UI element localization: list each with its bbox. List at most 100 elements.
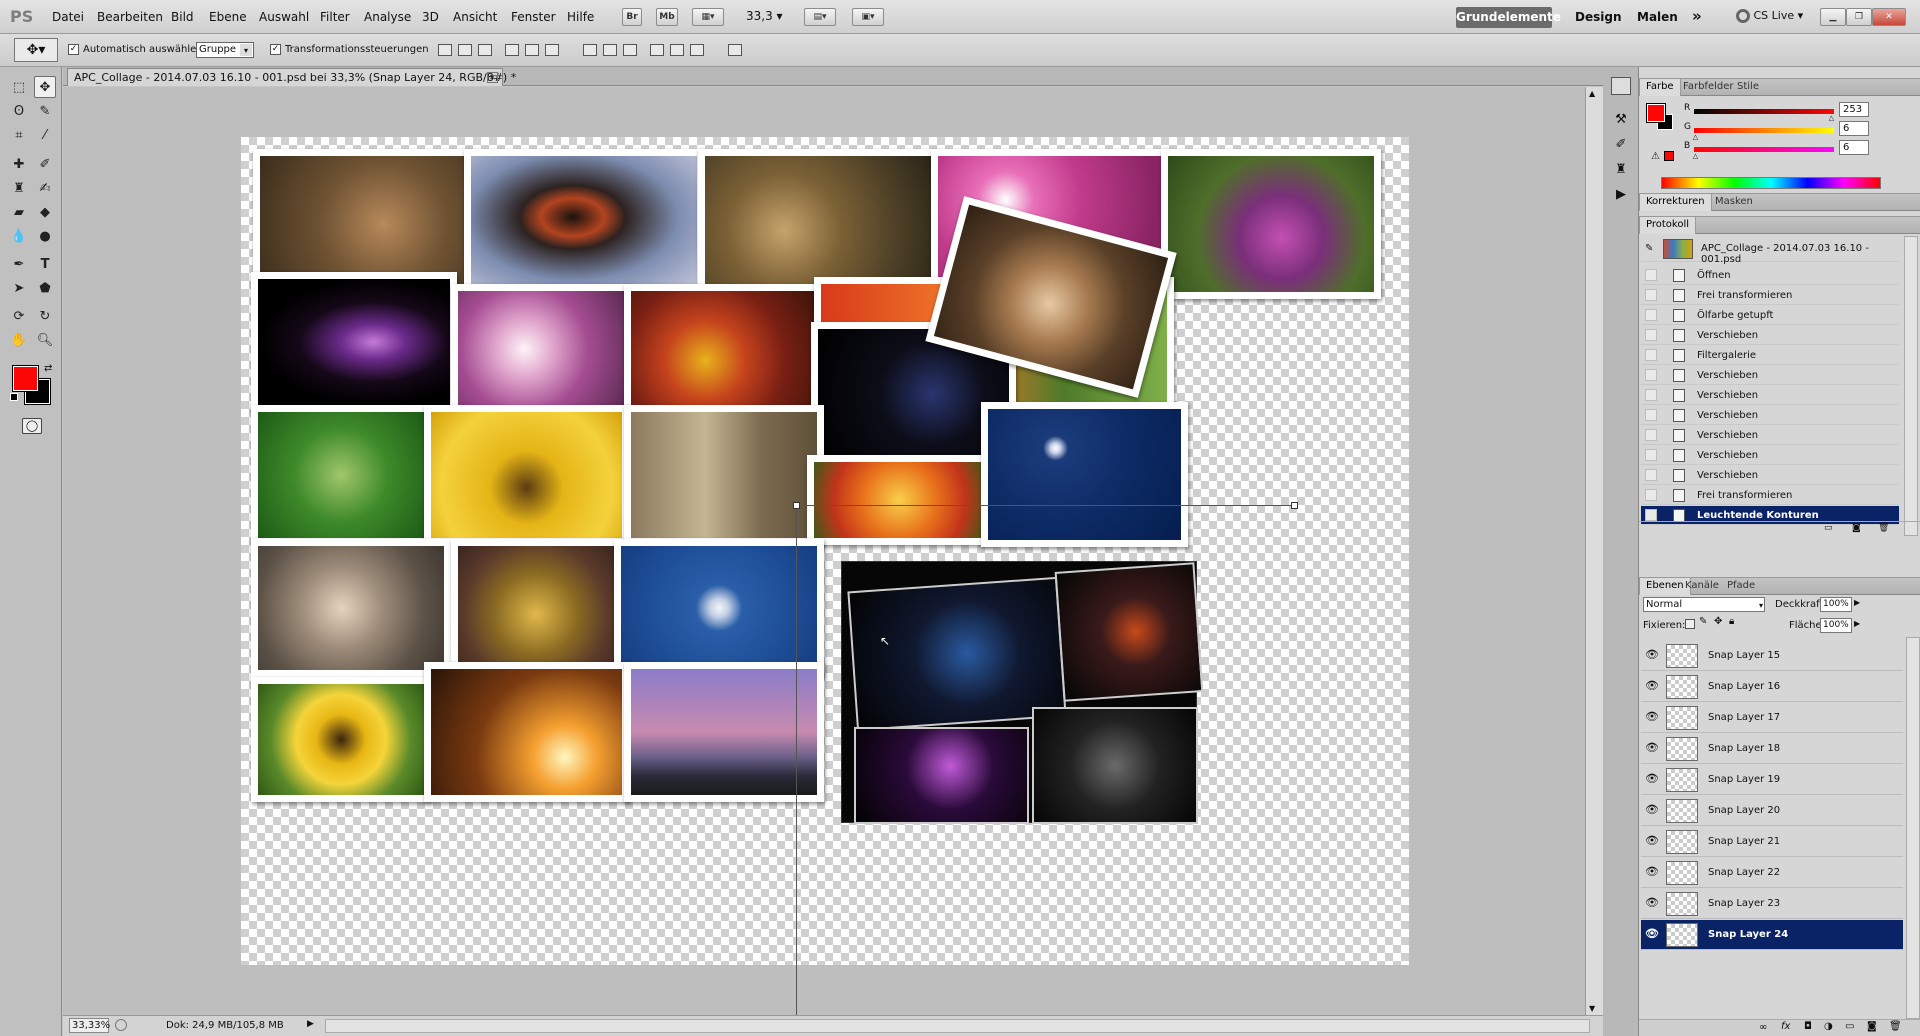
menu-fenster[interactable]: Fenster — [511, 10, 556, 24]
align-bottom-icon[interactable] — [478, 44, 492, 56]
brush-presets-icon[interactable]: ✐ — [1611, 137, 1631, 153]
tab-farbe[interactable]: Farbe — [1639, 79, 1681, 96]
history-brush-tool-icon[interactable]: ✍ — [34, 177, 56, 199]
history-item[interactable]: Verschieben — [1641, 386, 1899, 405]
history-source-checkbox[interactable] — [1645, 329, 1657, 341]
tab-pfade[interactable]: Pfade — [1721, 578, 1761, 595]
history-item[interactable]: Verschieben — [1641, 466, 1899, 485]
tab-stile[interactable]: Stile — [1731, 79, 1765, 96]
3d-orbit-tool-icon[interactable]: ↻ — [34, 305, 56, 327]
layer-row[interactable]: 👁︎ Snap Layer 18 — [1641, 734, 1903, 764]
actions-icon[interactable]: ▶ — [1611, 187, 1631, 203]
visibility-eye-icon[interactable]: 👁︎ — [1645, 928, 1659, 940]
foreground-color-swatch[interactable] — [12, 365, 39, 392]
swap-colors-icon[interactable]: ⇄ — [44, 363, 52, 374]
layer-row[interactable]: 👁︎ Snap Layer 21 — [1641, 827, 1903, 857]
canvas-area[interactable]: ↖ — [63, 87, 1585, 1015]
history-source-checkbox[interactable] — [1645, 409, 1657, 421]
distribute-left-icon[interactable] — [650, 44, 664, 56]
align-hcenter-icon[interactable] — [525, 44, 539, 56]
paint-bucket-tool-icon[interactable]: ◆ — [34, 201, 56, 223]
channel-b-slider[interactable] — [1694, 147, 1834, 152]
color-spectrum[interactable] — [1661, 177, 1881, 189]
zoom-level-field[interactable]: 33,33% — [69, 1018, 110, 1033]
quick-mask-icon[interactable]: ◯ — [22, 418, 42, 434]
channel-r-thumb[interactable]: △ — [1829, 114, 1834, 122]
history-item[interactable]: Öffnen — [1641, 266, 1899, 285]
new-document-from-state-icon[interactable]: ▭ — [1824, 523, 1833, 533]
zoom-tool-icon[interactable]: 🔍︎ — [34, 329, 56, 351]
visibility-eye-icon[interactable]: 👁︎ — [1645, 711, 1659, 723]
lock-pixels-icon[interactable]: ✎ — [1699, 616, 1707, 627]
history-brush-source-icon[interactable]: ✎ — [1645, 243, 1653, 254]
close-tab-icon[interactable]: ✕ — [487, 72, 498, 83]
history-item[interactable]: Verschieben — [1641, 326, 1899, 345]
scroll-down-icon[interactable]: ▼ — [1589, 1004, 1595, 1013]
new-snapshot-icon[interactable]: ◙ — [1852, 523, 1861, 533]
navigator-icon[interactable] — [1611, 77, 1631, 95]
history-source-checkbox[interactable] — [1645, 309, 1657, 321]
stamp-tool-icon[interactable]: ♜ — [8, 177, 30, 199]
menu-3d[interactable]: 3D — [422, 10, 439, 24]
history-item[interactable]: Verschieben — [1641, 406, 1899, 425]
distribute-bottom-icon[interactable] — [623, 44, 637, 56]
marquee-tool-icon[interactable]: ⬚ — [8, 76, 30, 98]
channel-g-thumb[interactable]: △ — [1693, 133, 1698, 141]
align-left-icon[interactable] — [505, 44, 519, 56]
layers-scrollbar[interactable] — [1906, 637, 1920, 1019]
opacity-arrow-icon[interactable]: ▶ — [1854, 598, 1860, 607]
tool-presets-icon[interactable]: ⚒ — [1611, 112, 1631, 128]
visibility-eye-icon[interactable]: 👁︎ — [1645, 742, 1659, 754]
menu-analyse[interactable]: Analyse — [364, 10, 411, 24]
lock-position-icon[interactable]: ✥ — [1714, 616, 1722, 627]
status-menu-arrow[interactable]: ▶ — [307, 1019, 314, 1029]
scroll-up-icon[interactable]: ▲ — [1589, 89, 1595, 98]
new-layer-icon[interactable]: ◙ — [1867, 1021, 1877, 1032]
history-source-checkbox[interactable] — [1645, 489, 1657, 501]
tab-kanaele[interactable]: Kanäle — [1679, 578, 1725, 595]
history-source-checkbox[interactable] — [1645, 349, 1657, 361]
layer-row[interactable]: 👁︎ Snap Layer 22 — [1641, 858, 1903, 888]
menu-ansicht[interactable]: Ansicht — [453, 10, 497, 24]
arrange-documents-button[interactable]: ▤▾ — [804, 8, 836, 26]
distribute-vcenter-icon[interactable] — [603, 44, 617, 56]
document-canvas[interactable]: ↖ — [241, 137, 1409, 965]
horizontal-scrollbar[interactable] — [325, 1019, 1590, 1033]
document-tab[interactable]: APC_Collage - 2014.07.03 16.10 - 001.psd… — [67, 68, 516, 86]
opacity-field[interactable]: 100% — [1820, 597, 1852, 612]
menu-ebene[interactable]: Ebene — [209, 10, 247, 24]
menu-bearbeiten[interactable]: Bearbeiten — [97, 10, 163, 24]
tab-protokoll[interactable]: Protokoll — [1639, 217, 1697, 234]
history-snapshot[interactable]: ✎ APC_Collage - 2014.07.03 16.10 - 001.p… — [1641, 236, 1899, 265]
distribute-top-icon[interactable] — [583, 44, 597, 56]
dodge-tool-icon[interactable]: ● — [34, 225, 56, 247]
distribute-hcenter-icon[interactable] — [670, 44, 684, 56]
channel-g-value[interactable]: 6 — [1839, 121, 1869, 136]
move-tool-preset[interactable]: ✥▾ — [14, 38, 58, 62]
delete-state-icon[interactable]: 🗑︎ — [1878, 523, 1889, 533]
lock-all-icon[interactable]: 🔒︎ — [1729, 616, 1734, 627]
minibridge-button[interactable]: Mb — [656, 8, 678, 26]
vertical-scrollbar[interactable]: ▲ ▼ — [1585, 87, 1603, 1015]
history-item[interactable]: Frei transformieren — [1641, 286, 1899, 305]
tab-masken[interactable]: Masken — [1709, 194, 1759, 211]
eraser-tool-icon[interactable]: ▰ — [8, 201, 30, 223]
visibility-eye-icon[interactable]: 👁︎ — [1645, 866, 1659, 878]
hand-tool-icon[interactable]: ✋ — [8, 329, 30, 351]
transform-handle-left[interactable] — [793, 502, 800, 509]
adjustment-layer-icon[interactable]: ◑ — [1824, 1021, 1833, 1032]
layer-row[interactable]: 👁︎ Snap Layer 15 — [1641, 641, 1903, 671]
minimize-button[interactable]: ▁ — [1820, 8, 1846, 26]
view-extras-button[interactable]: ▦▾ — [692, 8, 724, 26]
channel-b-thumb[interactable]: △ — [1693, 152, 1698, 160]
transform-controls-checkbox[interactable]: ✓ — [270, 44, 281, 55]
transform-handle-right[interactable] — [1291, 502, 1298, 509]
clone-source-icon[interactable]: ♜ — [1611, 162, 1631, 178]
menu-filter[interactable]: Filter — [320, 10, 350, 24]
healing-brush-tool-icon[interactable]: ✚ — [8, 153, 30, 175]
auto-select-checkbox[interactable]: ✓ — [68, 44, 79, 55]
default-colors-icon[interactable] — [10, 393, 18, 401]
history-source-checkbox[interactable] — [1645, 469, 1657, 481]
align-right-icon[interactable] — [545, 44, 559, 56]
workspace-design[interactable]: Design — [1575, 10, 1622, 24]
